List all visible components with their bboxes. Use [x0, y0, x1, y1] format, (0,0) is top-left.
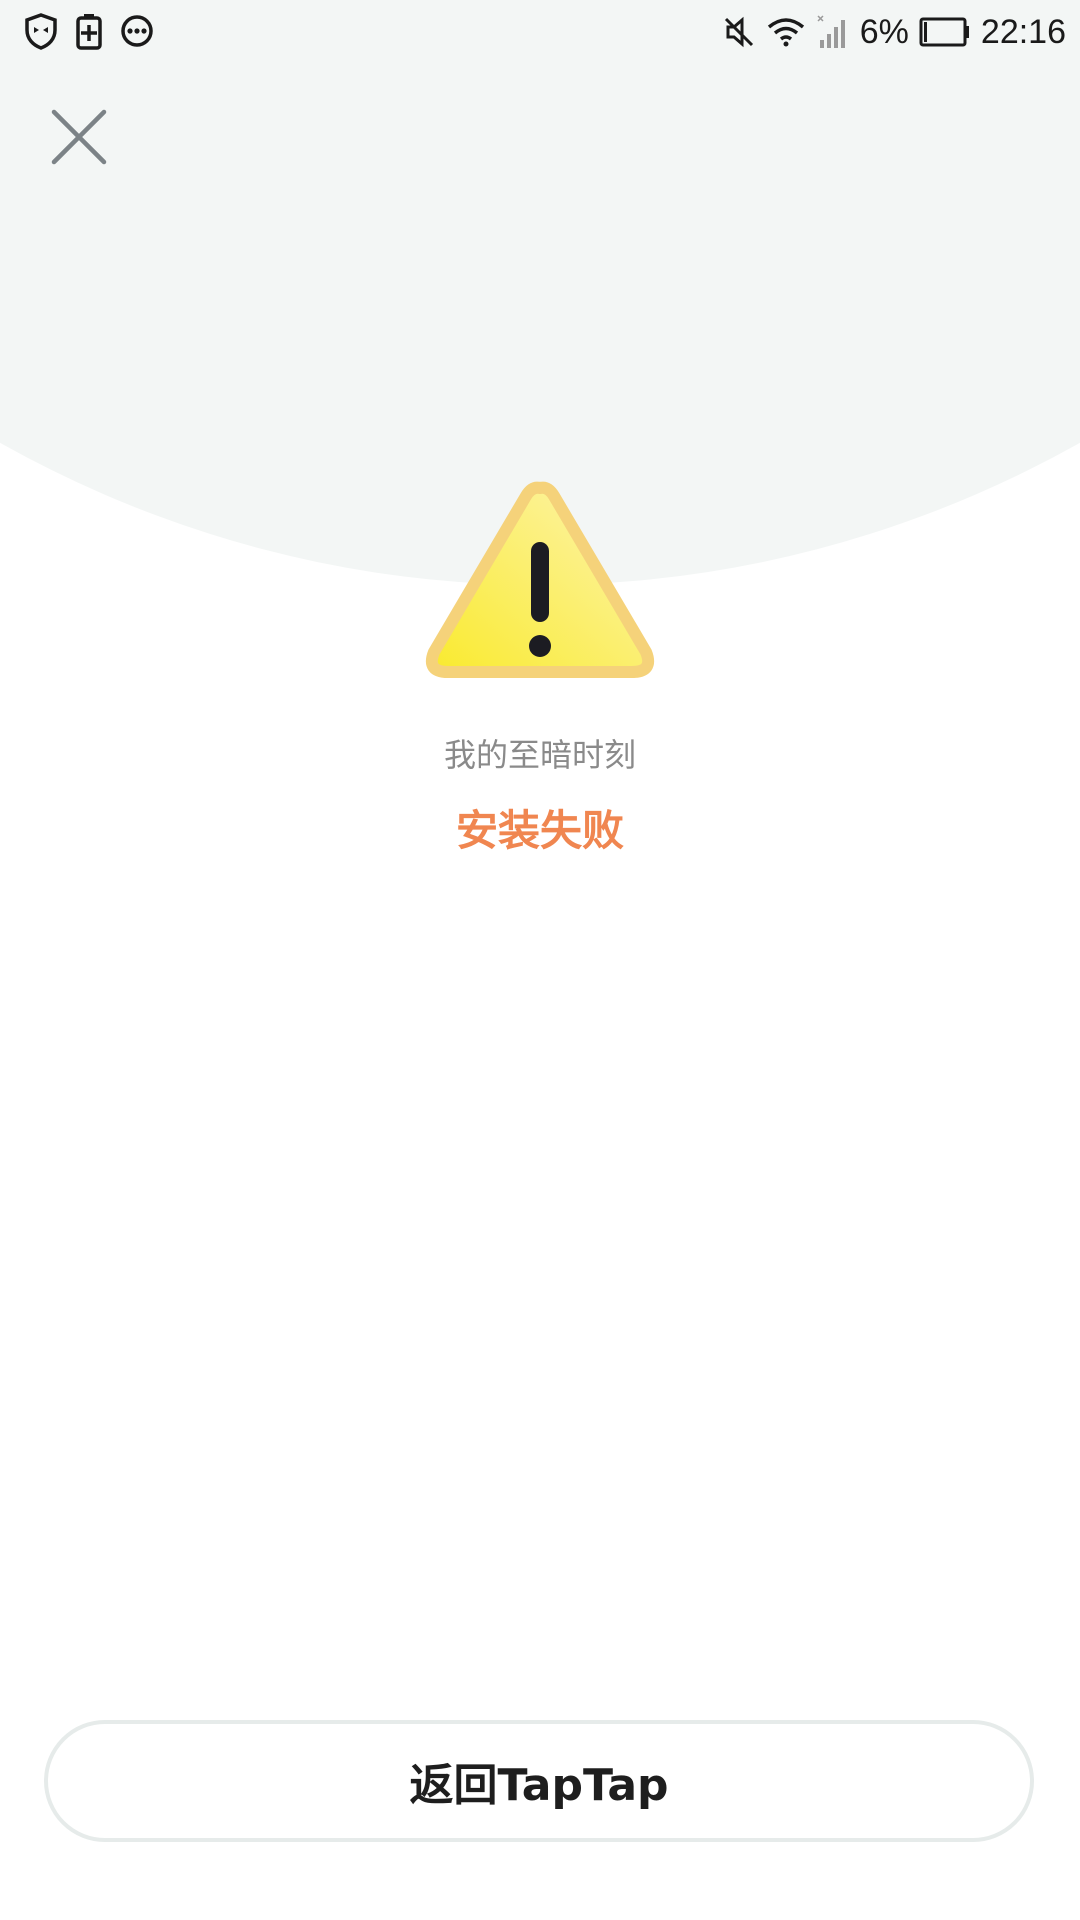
- more-dots-icon: [121, 15, 153, 47]
- signal-icon: [817, 15, 845, 48]
- back-button-label: 返回TapTap: [409, 1760, 669, 1811]
- wifi-icon: [767, 18, 804, 47]
- shield-icon: [25, 13, 57, 50]
- battery-saver-icon: [76, 14, 102, 50]
- app-name: 我的至暗时刻: [443, 736, 636, 774]
- install-status-text: 安装失败: [455, 806, 624, 855]
- battery-percent: 6%: [859, 13, 909, 51]
- close-icon[interactable]: [48, 106, 110, 168]
- warning-icon: [425, 481, 655, 678]
- status-bar: 6% 22:16: [0, 0, 1080, 64]
- status-bar-right: 6% 22:16: [722, 8, 1066, 56]
- battery-icon: [919, 17, 969, 47]
- mute-icon: [724, 16, 753, 48]
- status-bar-left: [24, 12, 154, 50]
- back-to-taptap-button[interactable]: 返回TapTap: [44, 1720, 1034, 1842]
- install-failed-screen: 6% 22:16 我的至暗时刻 安装失败 返回TapTap: [0, 0, 1080, 1920]
- clock: 22:16: [980, 13, 1066, 51]
